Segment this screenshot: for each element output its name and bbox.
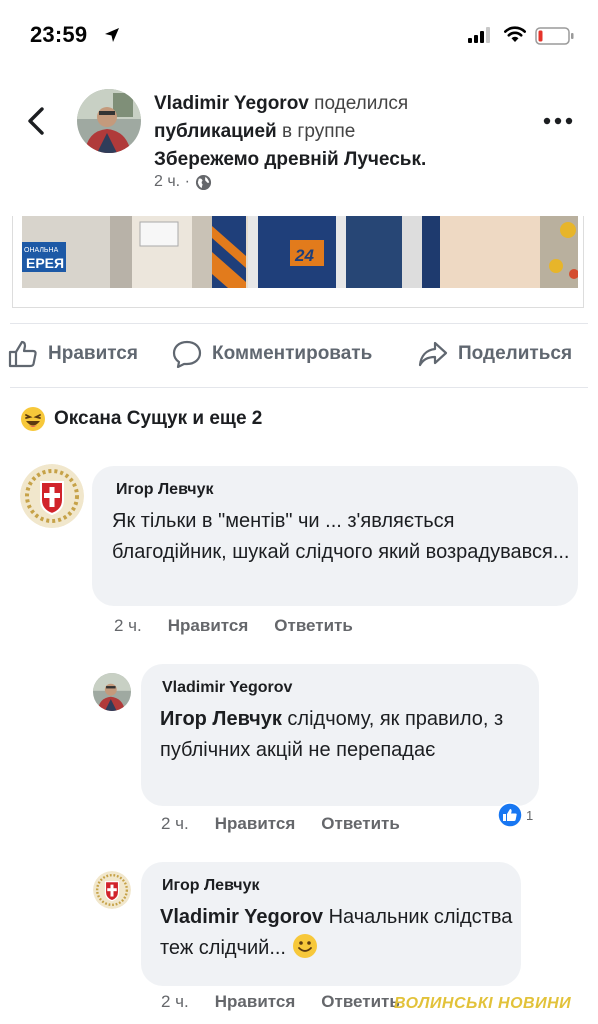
status-time: 23:59 [30,22,88,47]
badge-text: 24 [294,246,314,265]
status-bar: 23:59 [0,0,598,72]
commenter-avatar[interactable] [93,871,131,909]
commenter-avatar[interactable] [93,673,131,711]
share-button[interactable]: Поделиться [418,340,572,368]
share-arrow-icon [418,341,448,367]
reply-mention[interactable]: Vladimir Yegorov [160,906,323,928]
watermark: ВОЛИНСЬКІ НОВИНИ [394,995,572,1012]
author-name[interactable]: Vladimir Yegorov [154,93,309,114]
comment-time[interactable]: 2 ч. [114,616,142,636]
reply-reaction-count: 1 [526,807,534,823]
commenter-avatar[interactable] [20,464,84,528]
divider [10,387,588,388]
comment-bubble-icon [172,340,202,368]
reply-meta: 2 ч. Нравится Ответить [161,992,400,1012]
reply-text: Vladimir Yegorov Начальник слідства теж … [160,902,514,964]
post-meta: 2 ч. · [154,173,212,191]
reactions-summary[interactable]: Оксана Сущук и еще 2 [20,406,262,432]
reply-reply-button[interactable]: Ответить [321,814,400,834]
reply-author[interactable]: Игор Левчук [162,877,260,895]
comment-text: Як тільки в "ментів" чи ... з'являється … [112,510,570,563]
reactions-summary-text: Оксана Сущук и еще 2 [54,408,263,429]
like-label: Нравится [48,343,138,364]
more-dots-icon[interactable] [543,116,573,126]
like-reaction-icon [497,802,523,828]
reply-reaction-badge[interactable]: 1 [497,802,533,828]
reply-text: Игор Левчук слідчому, як правило, з публ… [160,704,532,766]
wifi-icon [504,26,526,42]
post-time[interactable]: 2 ч. · [154,173,190,191]
sign-small-text: ОНАЛЬНА [24,247,59,254]
comment-author[interactable]: Игор Левчук [116,481,214,499]
sign-text: ЕРЕЯ [26,255,64,271]
comment-meta: 2 ч. Нравится Ответить [114,616,353,636]
comment-reply-button[interactable]: Ответить [274,616,353,636]
author-avatar[interactable] [77,89,141,153]
comment-label: Комментировать [212,343,373,364]
location-arrow-icon [105,28,119,42]
reply-like-button[interactable]: Нравится [215,814,296,834]
smile-emoji-icon [292,934,317,958]
back-chevron-icon[interactable] [26,106,46,136]
post-actions: Нравится Комментировать Поделиться [0,336,598,376]
reply-reply-button[interactable]: Ответить [321,992,400,1012]
in-group-text: в группе [282,121,356,142]
divider [10,323,588,324]
reply-meta: 2 ч. Нравится Ответить [161,814,400,834]
like-thumb-icon [8,340,37,368]
group-name[interactable]: Збережемо древній Лучеськ. [154,149,426,170]
like-button[interactable]: Нравится [8,340,138,368]
globe-icon [195,174,211,190]
reply-author[interactable]: Vladimir Yegorov [162,679,292,697]
reply-time[interactable]: 2 ч. [161,992,189,1012]
post-image[interactable]: ОНАЛЬНА ЕРЕЯ 24 [22,216,578,288]
reply-mention[interactable]: Игор Левчук [160,708,282,730]
reply-time[interactable]: 2 ч. [161,814,189,834]
comment-button[interactable]: Комментировать [172,340,372,368]
share-label: Поделиться [458,343,573,364]
shared-object-link[interactable]: публикацией [154,121,277,142]
cellular-signal-icon [468,27,490,43]
battery-low-icon [535,27,574,45]
comment-like-button[interactable]: Нравится [168,616,249,636]
reply-like-button[interactable]: Нравится [215,992,296,1012]
shared-text: поделился [314,93,409,114]
post-header-text: Vladimir Yegorov поделился публикацией в… [154,90,514,174]
laughing-emoji-icon [21,407,45,431]
